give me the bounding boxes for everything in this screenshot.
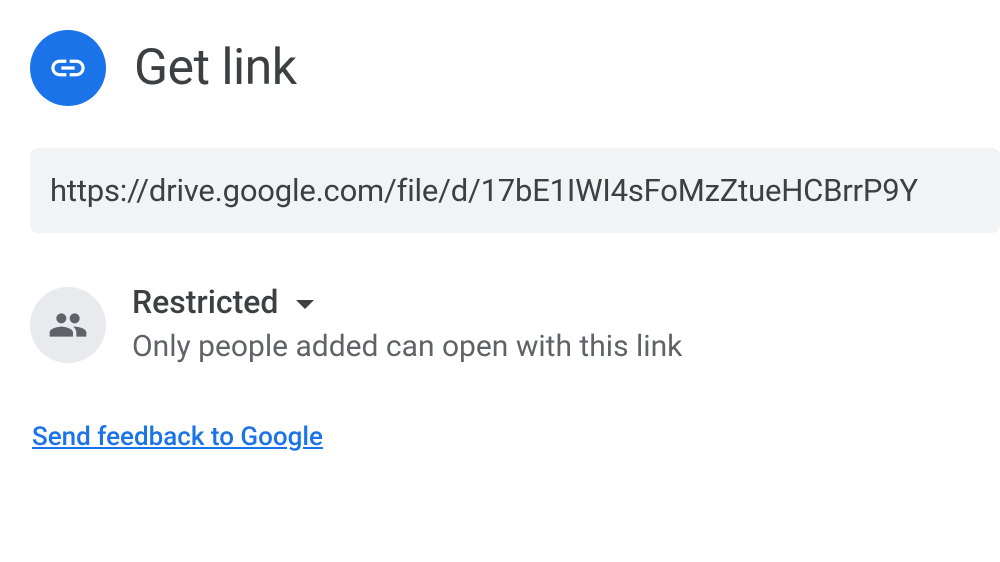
permission-description: Only people added can open with this lin… (132, 329, 682, 364)
permission-row: Restricted Only people added can open wi… (30, 283, 1000, 364)
send-feedback-link[interactable]: Send feedback to Google (32, 422, 323, 452)
dialog-header: Get link (30, 30, 1000, 106)
dialog-title: Get link (134, 39, 297, 97)
share-url-box[interactable]: https://drive.google.com/file/d/17bE1IWI… (30, 148, 1000, 233)
permission-dropdown[interactable]: Restricted (132, 283, 682, 321)
link-icon (30, 30, 106, 106)
people-icon (30, 287, 106, 363)
share-url-text: https://drive.google.com/file/d/17bE1IWI… (50, 172, 918, 209)
permission-mode-label: Restricted (132, 283, 278, 321)
chevron-down-icon (296, 300, 314, 309)
